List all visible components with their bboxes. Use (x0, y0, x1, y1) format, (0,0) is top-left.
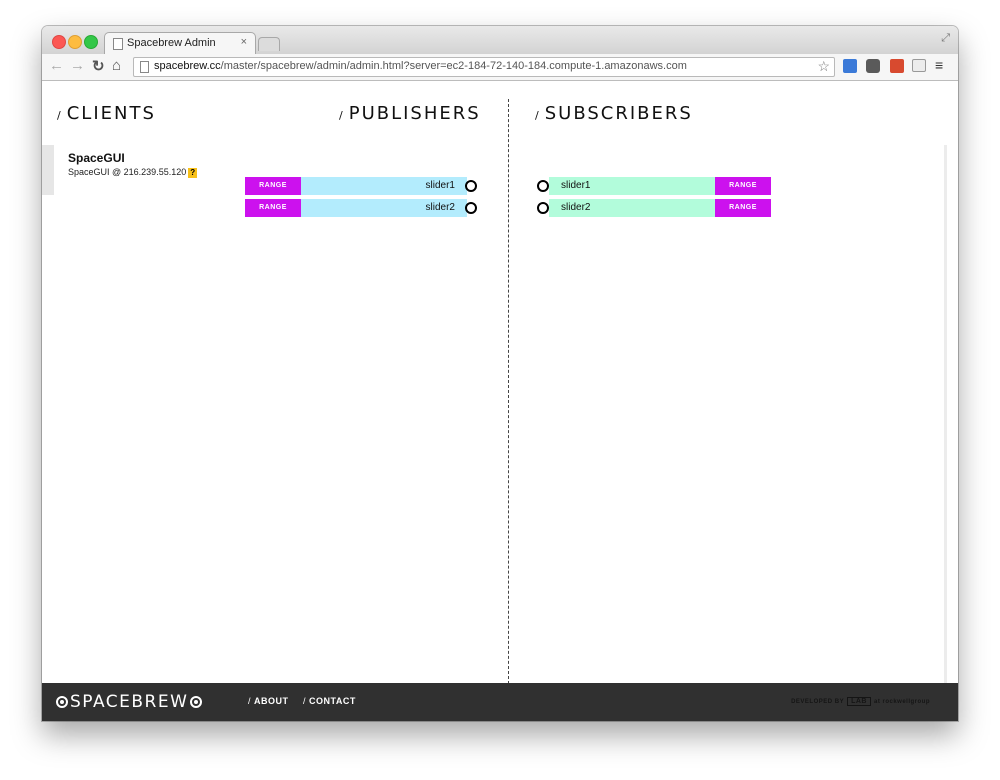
publisher-row[interactable]: RANGE slider2 (245, 199, 477, 217)
home-icon[interactable]: ⌂ (112, 57, 121, 74)
download-extension-icon[interactable] (843, 59, 857, 73)
zoom-window-button[interactable] (84, 35, 98, 49)
subscriber-port-icon[interactable] (537, 202, 549, 214)
tab-title: Spacebrew Admin (127, 37, 216, 49)
page-icon (140, 61, 149, 73)
bookmark-extension-icon[interactable] (890, 59, 904, 73)
admin-page: / CLIENTS / PUBLISHERS / SUBSCRIBERS SpaceG… (42, 81, 958, 721)
page-icon (113, 38, 123, 50)
help-icon[interactable]: ? (188, 168, 198, 178)
subscriber-row[interactable]: slider2 RANGE (537, 199, 771, 217)
back-arrow-icon[interactable]: ← (49, 57, 64, 74)
url-text[interactable]: spacebrew.cc/master/spacebrew/admin/admi… (154, 60, 687, 72)
client-description: SpaceGUI @ 216.239.55.120? (68, 167, 198, 178)
publisher-body[interactable]: slider2 (301, 199, 467, 217)
about-link[interactable]: / ABOUT (248, 696, 289, 706)
subscriber-name: slider2 (561, 202, 591, 213)
tab-close-icon[interactable]: × (241, 36, 247, 48)
address-bar[interactable]: spacebrew.cc/master/spacebrew/admin/admi… (133, 57, 835, 77)
new-tab-button[interactable] (258, 37, 280, 51)
lab-logo: LAB (847, 697, 871, 706)
subscriber-body[interactable]: slider2 (549, 199, 715, 217)
logo-dot-icon (56, 696, 68, 708)
section-divider (508, 99, 509, 684)
browser-toolbar: ← → ↻ ⌂ spacebrew.cc/master/spacebrew/ad… (42, 54, 958, 81)
publisher-name: slider2 (425, 202, 455, 213)
range-badge: RANGE (715, 199, 771, 217)
browser-window: Spacebrew Admin × ⤢ ← → ↻ ⌂ spacebrew.cc… (42, 26, 958, 721)
publisher-body[interactable]: slider1 (301, 177, 467, 195)
range-badge: RANGE (245, 199, 301, 217)
fullscreen-icon[interactable]: ⤢ (941, 32, 950, 45)
publisher-port-icon[interactable] (465, 202, 477, 214)
close-window-button[interactable] (52, 35, 66, 49)
reload-icon[interactable]: ↻ (92, 57, 105, 75)
contact-link[interactable]: / CONTACT (303, 696, 356, 706)
footer: SPACEBREW / ABOUT / CONTACT DEVELOPED BY LA… (42, 683, 958, 721)
logo-dot-icon (190, 696, 203, 708)
client-name[interactable]: SpaceGUI (68, 151, 125, 165)
subscriber-port-icon[interactable] (537, 180, 549, 192)
range-badge: RANGE (715, 177, 771, 195)
subscriber-body[interactable]: slider1 (549, 177, 715, 195)
subscriber-row[interactable]: slider1 RANGE (537, 177, 771, 195)
subscribers-heading: / SUBSCRIBERS (535, 103, 693, 124)
bookmark-star-icon[interactable]: ☆ (817, 58, 830, 75)
scroll-rail (944, 145, 947, 685)
clients-heading: / CLIENTS (57, 103, 156, 124)
spacebrew-logo[interactable]: SPACEBREW (56, 692, 203, 712)
publishers-heading: / PUBLISHERS (339, 103, 481, 124)
publisher-name: slider1 (425, 180, 455, 191)
minimize-window-button[interactable] (68, 35, 82, 49)
range-badge: RANGE (245, 177, 301, 195)
client-selection-stripe[interactable] (42, 145, 54, 195)
subscriber-name: slider1 (561, 180, 591, 191)
title-bar: Spacebrew Admin × ⤢ (42, 26, 958, 55)
publisher-port-icon[interactable] (465, 180, 477, 192)
pocket-extension-icon[interactable] (866, 59, 880, 73)
forward-arrow-icon[interactable]: → (70, 57, 85, 74)
mail-extension-icon[interactable] (912, 59, 926, 72)
browser-tab[interactable]: Spacebrew Admin × (104, 32, 256, 55)
menu-icon[interactable]: ≡ (935, 57, 943, 73)
publisher-row[interactable]: RANGE slider1 (245, 177, 477, 195)
developer-credit[interactable]: DEVELOPED BY LAB at rockwellgroup (791, 697, 930, 706)
